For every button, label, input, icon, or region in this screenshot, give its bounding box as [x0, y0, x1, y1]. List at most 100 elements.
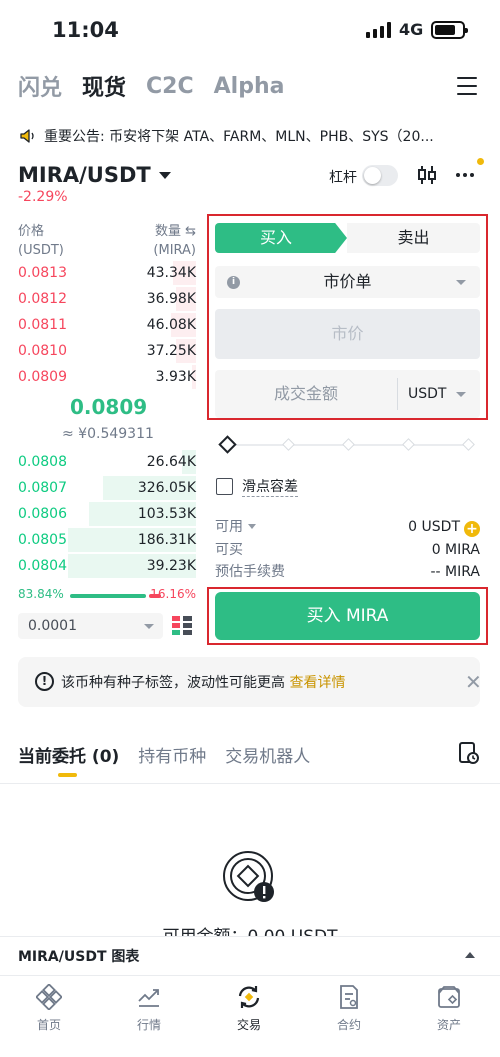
- tab-trading-bots[interactable]: 交易机器人: [225, 742, 310, 767]
- ask-qty: 43.34K: [146, 265, 196, 281]
- nav-markets-label: 行情: [136, 1018, 161, 1032]
- seed-tag-notice: ! 该币种有种子标签，波动性可能更高 查看详情 ✕: [18, 657, 482, 707]
- slider-tick[interactable]: [402, 438, 415, 451]
- bid-row[interactable]: 0.0806 103.53K: [18, 501, 196, 527]
- markets-icon: [138, 989, 159, 1007]
- bid-price: 0.0805: [18, 532, 67, 548]
- tab-convert[interactable]: 闪兑: [18, 70, 62, 102]
- buy-ratio: 83.84%: [18, 587, 64, 601]
- leverage-toggle[interactable]: [362, 165, 398, 186]
- bid-row[interactable]: 0.0807 326.05K: [18, 475, 196, 501]
- nav-trade[interactable]: 交易: [209, 984, 289, 1033]
- menu-icon[interactable]: [457, 77, 477, 95]
- fee-value: -- MIRA: [430, 564, 481, 580]
- tab-holdings[interactable]: 持有币种: [138, 742, 206, 767]
- ask-price: 0.0812: [18, 291, 67, 307]
- available-label-wrap[interactable]: 可用: [215, 517, 256, 537]
- battery-icon: [431, 21, 468, 39]
- slider-tick[interactable]: [282, 438, 295, 451]
- order-book-layout-icon[interactable]: [171, 615, 193, 637]
- price-field: 市价: [215, 309, 480, 359]
- nav-assets[interactable]: 资产: [409, 984, 489, 1033]
- ask-row[interactable]: 0.0809 3.93K: [18, 364, 196, 390]
- buy-button[interactable]: 买入 MIRA: [215, 592, 480, 640]
- slider-tick[interactable]: [462, 438, 475, 451]
- nav-home[interactable]: 首页: [9, 984, 89, 1033]
- close-icon[interactable]: ✕: [465, 670, 482, 694]
- bid-qty: 103.53K: [137, 506, 196, 522]
- bid-qty: 39.23K: [146, 558, 196, 574]
- candlestick-chart-icon[interactable]: [415, 163, 439, 187]
- slider-tick[interactable]: [342, 438, 355, 451]
- bid-price: 0.0804: [18, 558, 67, 574]
- chevron-up-icon: [465, 952, 475, 958]
- bid-price: 0.0808: [18, 454, 67, 470]
- divider: [397, 378, 398, 410]
- chart-drawer[interactable]: MIRA/USDT 图表: [0, 936, 500, 974]
- can-buy-value: 0 MIRA: [431, 542, 480, 558]
- qty-header[interactable]: 数量 ⇆: [153, 222, 196, 241]
- sell-ratio: 16.16%: [150, 587, 196, 601]
- ask-row[interactable]: 0.0812 36.98K: [18, 286, 196, 312]
- amount-unit-select[interactable]: USDT: [408, 370, 446, 418]
- buy-sell-switch: 买入 卖出: [215, 223, 480, 253]
- assets-icon: [438, 986, 460, 1008]
- ask-row[interactable]: 0.0813 43.34K: [18, 260, 196, 286]
- chevron-down-icon: [248, 524, 256, 529]
- last-price: 0.0809: [70, 395, 148, 419]
- pair-selector[interactable]: MIRA/USDT: [18, 163, 171, 187]
- nav-markets[interactable]: 行情: [109, 984, 189, 1033]
- status-bar: 11:04 4G: [0, 0, 500, 60]
- add-funds-icon[interactable]: +: [464, 521, 480, 537]
- trade-icon: [238, 986, 260, 1008]
- bid-price: 0.0806: [18, 506, 67, 522]
- nav-home-label: 首页: [36, 1018, 61, 1032]
- tab-c2c[interactable]: C2C: [146, 74, 194, 99]
- ask-price: 0.0810: [18, 343, 67, 359]
- available-label: 可用: [215, 519, 243, 535]
- bid-row[interactable]: 0.0808 26.64K: [18, 449, 196, 475]
- tab-open-orders[interactable]: 当前委托 (0): [18, 742, 119, 767]
- chart-drawer-label: MIRA/USDT 图表: [18, 949, 140, 965]
- bid-qty: 326.05K: [137, 480, 196, 496]
- slippage-label: 滑点容差: [242, 476, 298, 497]
- precision-value: 0.0001: [28, 618, 77, 634]
- nav-trade-label: 交易: [236, 1018, 261, 1032]
- ask-qty: 37.25K: [146, 343, 196, 359]
- chevron-down-icon: [456, 280, 466, 285]
- chevron-down-icon: [158, 171, 171, 179]
- order-type-select[interactable]: i 市价单: [215, 266, 480, 298]
- ask-row[interactable]: 0.0811 46.08K: [18, 312, 196, 338]
- precision-select[interactable]: 0.0001: [18, 613, 163, 639]
- buy-tab[interactable]: 买入: [215, 223, 347, 253]
- notice-details-link[interactable]: 查看详情: [289, 675, 345, 691]
- tab-alpha[interactable]: Alpha: [214, 74, 285, 99]
- order-history-icon[interactable]: [458, 741, 480, 765]
- slippage-option[interactable]: 滑点容差: [216, 476, 298, 497]
- amount-field[interactable]: 成交金额 USDT: [215, 370, 480, 418]
- sell-tab[interactable]: 卖出: [347, 223, 480, 253]
- ask-price: 0.0809: [18, 369, 67, 385]
- nav-futures[interactable]: 合约: [309, 984, 389, 1033]
- more-options-icon[interactable]: [456, 173, 474, 177]
- qty-unit: (MIRA): [153, 243, 196, 258]
- nav-futures-label: 合约: [336, 1018, 361, 1032]
- amount-placeholder: 成交金额: [273, 384, 338, 403]
- fee-label: 预估手续费: [215, 564, 285, 580]
- pair-symbol: MIRA/USDT: [18, 163, 151, 187]
- ask-row[interactable]: 0.0810 37.25K: [18, 338, 196, 364]
- tab-spot[interactable]: 现货: [82, 70, 126, 102]
- available-balance-text: 可用余额：0.00 USDT: [0, 924, 500, 936]
- speaker-icon: [20, 129, 34, 143]
- bid-row[interactable]: 0.0805 186.31K: [18, 527, 196, 553]
- slider-handle[interactable]: [218, 435, 237, 454]
- amount-slider[interactable]: [218, 435, 475, 454]
- top-tabs: 闪兑 现货 C2C Alpha: [18, 70, 284, 102]
- announcement-bar[interactable]: 重要公告: 币安将下架 ATA、FARM、MLN、PHB、SYS（20...: [18, 124, 484, 148]
- slippage-checkbox[interactable]: [216, 478, 233, 495]
- bid-row[interactable]: 0.0804 39.23K: [18, 553, 196, 579]
- order-type-label: 市价单: [323, 272, 372, 291]
- divider: [0, 783, 500, 784]
- ask-price: 0.0811: [18, 317, 67, 333]
- last-price-cny: ≈ ¥0.549311: [62, 426, 154, 442]
